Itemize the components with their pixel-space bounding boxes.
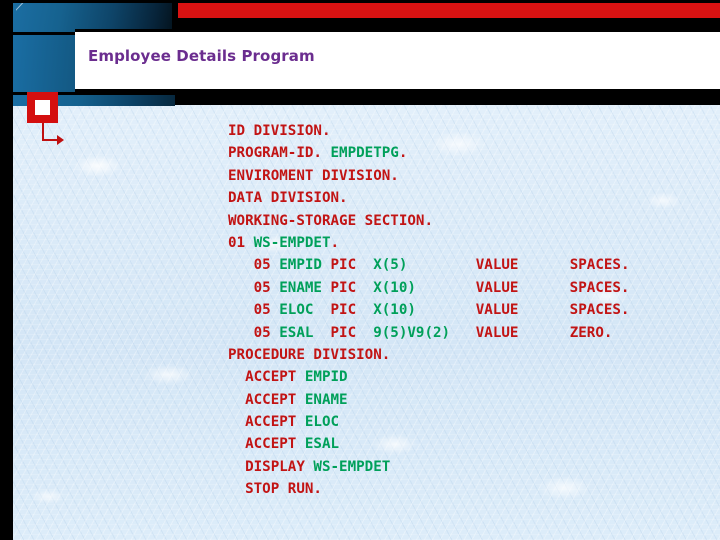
code-identifier: ELOC	[279, 302, 322, 319]
top-red-accent-bar	[178, 3, 720, 18]
red-square-marker-inner	[35, 100, 50, 115]
code-keyword: PROGRAM-ID.	[228, 145, 331, 162]
code-identifier: EMPDETPG	[330, 145, 399, 162]
slide-canvas: Employee Details Program ID DIVISION. PRO…	[0, 0, 720, 540]
code-line: 01 WS-EMPDET.	[228, 232, 630, 254]
diagonal-line-decoration	[16, 3, 56, 29]
code-keyword: 05	[228, 257, 280, 274]
cobol-code-block: ID DIVISION. PROGRAM-ID. EMPDETPG. ENVIROM…	[228, 120, 630, 501]
code-line: 05 ELOC PIC X(10) VALUE SPACES.	[228, 299, 630, 321]
code-identifier: ENAME	[279, 279, 322, 296]
code-identifier: X(10)	[364, 302, 416, 319]
code-keyword: ACCEPT	[228, 391, 305, 408]
code-line: 05 ESAL PIC 9(5)V9(2) VALUE ZERO.	[228, 322, 630, 344]
page-title: Employee Details Program	[88, 47, 315, 65]
code-line: WORKING-STORAGE SECTION.	[228, 210, 630, 232]
code-identifier: EMPID	[279, 257, 322, 274]
code-keyword: .	[330, 234, 340, 251]
left-margin-strip	[0, 0, 13, 540]
code-keyword: ENVIROMENT DIVISION.	[228, 167, 399, 184]
code-identifier: EMPID	[304, 369, 348, 386]
code-line: ACCEPT EMPID	[228, 366, 630, 388]
code-line: DATA DIVISION.	[228, 187, 630, 209]
code-keyword: PIC	[321, 302, 365, 319]
code-identifier: WS-EMPDET	[313, 458, 391, 475]
red-arrow-icon-head	[57, 135, 64, 145]
code-keyword: VALUE SPACES.	[415, 302, 630, 319]
code-line: 05 ENAME PIC X(10) VALUE SPACES.	[228, 277, 630, 299]
code-keyword: ACCEPT	[228, 436, 305, 453]
code-keyword: VALUE SPACES.	[415, 279, 630, 296]
code-line: STOP RUN.	[228, 478, 630, 500]
code-identifier: X(10)	[364, 279, 416, 296]
code-keyword: ACCEPT	[228, 414, 305, 431]
code-keyword: PIC	[321, 257, 365, 274]
code-keyword: ID DIVISION.	[228, 123, 331, 139]
code-keyword: DISPLAY	[228, 458, 314, 475]
code-keyword: .	[398, 145, 408, 162]
code-keyword: DATA DIVISION.	[228, 190, 348, 207]
code-identifier: 9(5)V9(2)	[364, 324, 451, 341]
code-keyword: 05	[228, 324, 280, 341]
red-square-marker-icon	[27, 92, 58, 123]
code-keyword: PROCEDURE DIVISION.	[228, 346, 391, 363]
code-line: DISPLAY WS-EMPDET	[228, 456, 630, 478]
code-line: PROGRAM-ID. EMPDETPG.	[228, 142, 630, 164]
code-line: ACCEPT ENAME	[228, 389, 630, 411]
code-line: 05 EMPID PIC X(5) VALUE SPACES.	[228, 254, 630, 276]
code-line: PROCEDURE DIVISION.	[228, 344, 630, 366]
code-line: ID DIVISION.	[228, 120, 630, 142]
code-line: ACCEPT ESAL	[228, 433, 630, 455]
code-identifier: ESAL	[279, 324, 322, 341]
code-identifier: ENAME	[304, 391, 348, 408]
code-line: ENVIROMENT DIVISION.	[228, 165, 630, 187]
code-identifier: ESAL	[304, 436, 340, 453]
red-arrow-icon-stem-horizontal	[42, 139, 58, 141]
code-identifier: WS-EMPDET	[253, 234, 331, 251]
code-keyword: STOP RUN.	[228, 481, 322, 498]
code-keyword: PIC	[321, 279, 365, 296]
code-keyword: 01	[228, 234, 254, 251]
code-keyword: PIC	[321, 324, 365, 341]
code-keyword: 05	[228, 302, 280, 319]
code-keyword: VALUE SPACES.	[407, 257, 630, 274]
code-identifier: X(5)	[364, 257, 408, 274]
code-keyword: 05	[228, 279, 280, 296]
code-keyword: VALUE ZERO.	[450, 324, 613, 341]
code-identifier: ELOC	[304, 414, 340, 431]
code-line: ACCEPT ELOC	[228, 411, 630, 433]
code-keyword: ACCEPT	[228, 369, 305, 386]
code-keyword: WORKING-STORAGE SECTION.	[228, 212, 433, 229]
